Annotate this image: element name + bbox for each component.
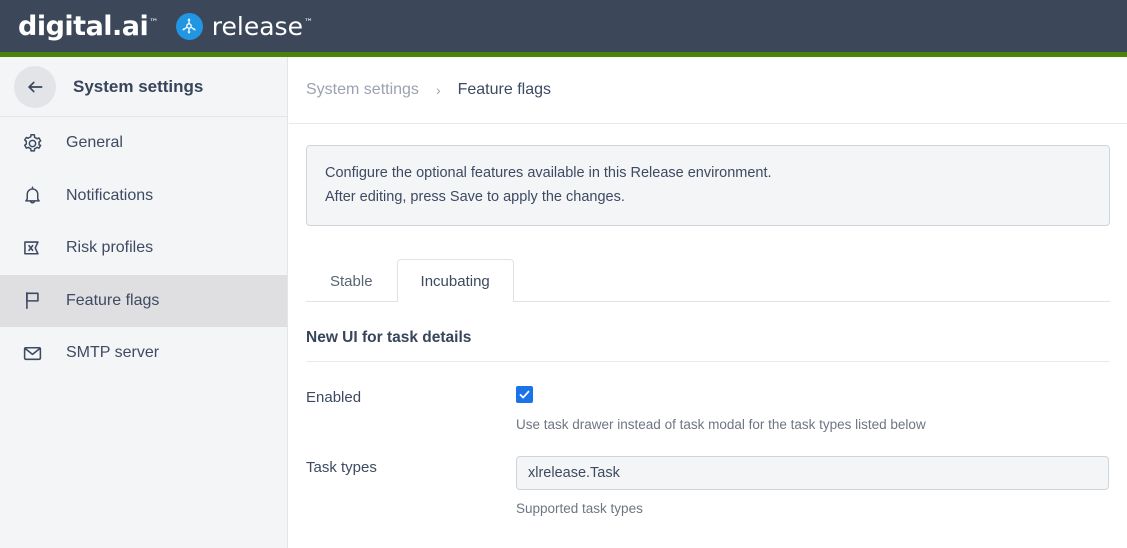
sidebar-item-label: Feature flags [66,291,160,309]
risk-profile-icon [22,237,48,259]
sidebar-item-feature-flags[interactable]: Feature flags [0,274,287,327]
envelope-icon [22,343,48,364]
info-box-line-2: After editing, press Save to apply the c… [325,188,625,205]
settings-sidebar: System settings General Notifications Ri… [0,57,288,548]
app-root: digital.ai™ release™ System settings Gen… [0,0,1127,548]
task-types-input[interactable] [516,455,1109,490]
sidebar-item-risk-profiles[interactable]: Risk profiles [0,222,287,275]
tab-stable[interactable]: Stable [306,259,397,302]
sidebar-item-label: Notifications [66,186,154,204]
sidebar-item-smtp-server[interactable]: SMTP server [0,327,287,380]
sidebar-item-label: General [66,134,123,152]
brand-area[interactable]: digital.ai™ release™ [0,12,313,40]
sidebar-item-label: Risk profiles [66,239,154,257]
section-divider [306,360,1110,362]
chevron-right-icon: › [435,82,441,98]
product-trademark-symbol: ™ [303,18,313,29]
info-box-line-1: Configure the optional features availabl… [325,165,772,181]
arrow-left-icon[interactable] [14,65,56,108]
enabled-checkbox[interactable] [516,385,533,403]
enabled-control: Use task drawer instead of task modal fo… [516,385,1110,432]
tab-bar: Stable Incubating [306,258,1110,302]
app-header: digital.ai™ release™ [0,0,1127,52]
release-wordmark[interactable]: release™ [212,14,313,39]
sidebar-title: System settings [73,76,204,96]
breadcrumb-parent-link[interactable]: System settings [306,81,419,99]
sidebar-item-notifications[interactable]: Notifications [0,170,287,223]
form-row-task-types: Task types Supported task types [306,455,1110,516]
sidebar-header[interactable]: System settings [0,57,287,117]
flag-icon [22,290,48,311]
task-types-label: Task types [306,458,377,476]
tab-incubating[interactable]: Incubating [396,258,514,302]
form-row-enabled: Enabled Use task drawer instead of task … [306,385,1110,432]
content-body: Configure the optional features availabl… [289,124,1127,516]
task-types-help-text: Supported task types [516,500,643,516]
sidebar-item-general[interactable]: General [0,117,287,170]
bell-icon [22,185,48,206]
digitalai-logo[interactable]: digital.ai™ [18,13,158,40]
release-network-icon [175,12,203,40]
section-title: New UI for task details [306,328,472,346]
breadcrumb: System settings › Feature flags [289,57,1127,124]
enabled-label: Enabled [306,388,362,406]
info-box: Configure the optional features availabl… [306,145,1110,226]
task-types-control: Supported task types [516,455,1110,516]
breadcrumb-current: Feature flags [457,81,551,98]
brand-trademark-symbol: ™ [149,17,158,28]
main-content: System settings › Feature flags Configur… [289,57,1127,548]
enabled-help-text: Use task drawer instead of task modal fo… [516,416,926,432]
sidebar-item-label: SMTP server [66,344,160,362]
gear-icon [22,133,48,154]
